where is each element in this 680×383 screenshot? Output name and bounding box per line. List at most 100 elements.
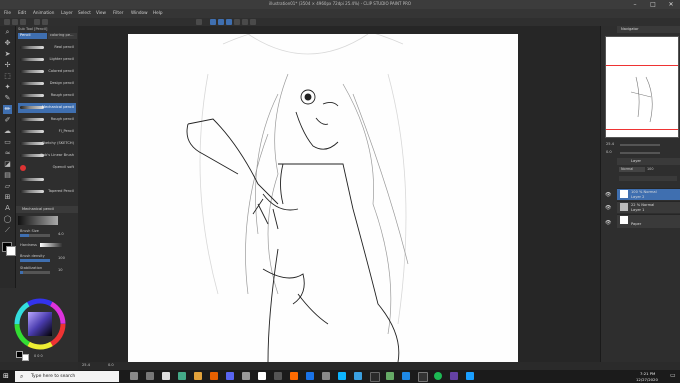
menu-view[interactable]: View [96,10,106,15]
windows-start-icon[interactable]: ⊞ [3,373,10,380]
navigator-zoom[interactable]: 25.4 [606,142,614,146]
notification-icon[interactable]: ▭ [670,372,677,380]
navigator-angle[interactable]: 0.0 [606,150,612,154]
eraser-icon[interactable]: ▭ [3,138,12,147]
grid-snap-icon[interactable] [234,19,240,25]
app-icon[interactable] [402,372,410,380]
perspective-icon[interactable] [242,19,248,25]
color-wheel[interactable] [14,298,66,350]
clock-time[interactable]: 7:21 PM [640,371,655,376]
task-view-icon[interactable] [146,372,154,380]
hardness-slider[interactable] [40,243,62,247]
sub-color-chip[interactable] [22,354,29,361]
file-explorer-icon[interactable] [194,372,202,380]
layer-opacity[interactable]: 100 [647,167,653,171]
taskbar-search-box[interactable]: Type here to search ⌕ [15,371,119,382]
airbrush-icon[interactable]: ☁ [3,127,12,136]
steam-icon[interactable] [466,372,474,380]
brush-size-value[interactable]: 4.0 [58,232,64,236]
discord-icon[interactable] [226,372,234,380]
zoom-readout[interactable]: 25.4 [82,363,90,367]
app-icon[interactable] [322,372,330,380]
operation-icon[interactable]: ➤ [3,50,12,59]
edge-icon[interactable] [338,372,346,380]
menu-help[interactable]: Help [153,10,163,15]
app-icon[interactable] [418,372,428,382]
app-icon[interactable] [450,372,458,380]
brush-item[interactable]: Rough pencil [18,115,76,125]
brush-size-slider[interactable] [20,234,50,237]
brush-item[interactable]: Tapered Pencil [18,187,76,197]
rotation-readout[interactable]: 0.0 [108,363,114,367]
text-icon[interactable]: A [3,204,12,213]
figure-icon[interactable]: ▱ [3,182,12,191]
gradient-icon[interactable]: ▤ [3,171,12,180]
eyedropper-icon[interactable]: ✎ [3,94,12,103]
menu-edit[interactable]: Edit [18,10,26,15]
store-icon[interactable] [162,372,170,380]
brush-item[interactable]: Design pencil [18,79,76,89]
fill-icon[interactable]: ◪ [3,160,12,169]
new-file-icon[interactable] [4,19,10,25]
brush-item[interactable]: Fl_Pencil [18,127,76,137]
menu-animation[interactable]: Animation [33,10,54,15]
drawing-canvas[interactable] [128,34,518,362]
brush-item[interactable]: Sketchy (SKETCH) [18,139,76,149]
snap-icon[interactable] [218,19,224,25]
blend-mode-select[interactable]: Normal [619,167,645,172]
app-icon[interactable] [178,372,186,380]
move-icon[interactable]: ✥ [3,39,12,48]
maximize-button[interactable]: □ [644,0,662,9]
transform-icon[interactable] [210,19,216,25]
app-icon[interactable] [258,372,266,380]
app-icon[interactable] [354,372,362,380]
special-ruler-icon[interactable] [250,19,256,25]
selection-icon[interactable]: ⬚ [3,72,12,81]
menu-window[interactable]: Window [131,10,148,15]
app-icon[interactable] [386,372,394,380]
app-icon[interactable] [242,372,250,380]
brush-density-slider[interactable] [20,259,50,262]
layer-row[interactable]: Paper [617,214,680,228]
frame-icon[interactable]: ⊞ [3,193,12,202]
auto-select-icon[interactable]: ✦ [3,83,12,92]
app-icon[interactable] [290,372,298,380]
close-button[interactable]: ✕ [662,0,680,9]
eye-icon[interactable]: 👁 [605,220,611,226]
brush-item[interactable]: Colored pencil [18,67,76,77]
brush-item-selected[interactable]: Mechanical pencil [18,103,76,113]
brush-density-value[interactable]: 100 [58,256,65,260]
clock-date[interactable]: 12/27/2020 [636,377,658,382]
brush-item[interactable]: Opencil soft [18,163,76,173]
zoom-icon[interactable]: ⌕ [3,28,12,37]
brush-item[interactable]: Real pencil [18,43,76,53]
menu-layer[interactable]: Layer [61,10,73,15]
layer-row-selected[interactable]: 100 % Normal Layer 2 [617,188,680,200]
eye-icon[interactable]: 👁 [605,192,611,198]
sub-color-swatch[interactable] [6,246,16,256]
brush-item[interactable]: Rough pencil [18,91,76,101]
redo-icon[interactable] [42,19,48,25]
layer-move-icon[interactable]: ✢ [3,61,12,70]
clear-icon[interactable] [196,19,202,25]
menu-filter[interactable]: Filter [113,10,123,15]
navigator-angle-slider[interactable] [620,152,660,154]
stabilization-value[interactable]: 10 [58,268,63,272]
brush-item[interactable] [18,175,76,185]
eye-icon[interactable]: 👁 [605,205,611,211]
undo-icon[interactable] [34,19,40,25]
stabilization-slider[interactable] [20,271,50,274]
brush-item[interactable]: Bob's Linear Brush [18,151,76,161]
clip-studio-icon[interactable] [370,372,380,382]
ruler-snap-icon[interactable] [226,19,232,25]
navigator-preview[interactable] [605,36,679,138]
layer-row[interactable]: 22 % Normal Layer 1 [617,201,680,213]
brush-item[interactable]: Lighter pencil [18,55,76,65]
minimize-button[interactable]: – [626,0,644,9]
subtool-tab-pencil[interactable]: Pencil [18,33,47,39]
spotify-icon[interactable] [434,372,442,380]
subtool-tab-coloring[interactable]: coloring pe... [48,33,77,39]
save-icon[interactable] [20,19,26,25]
navigator-zoom-slider[interactable] [620,144,660,146]
balloon-icon[interactable]: ◯ [3,215,12,224]
